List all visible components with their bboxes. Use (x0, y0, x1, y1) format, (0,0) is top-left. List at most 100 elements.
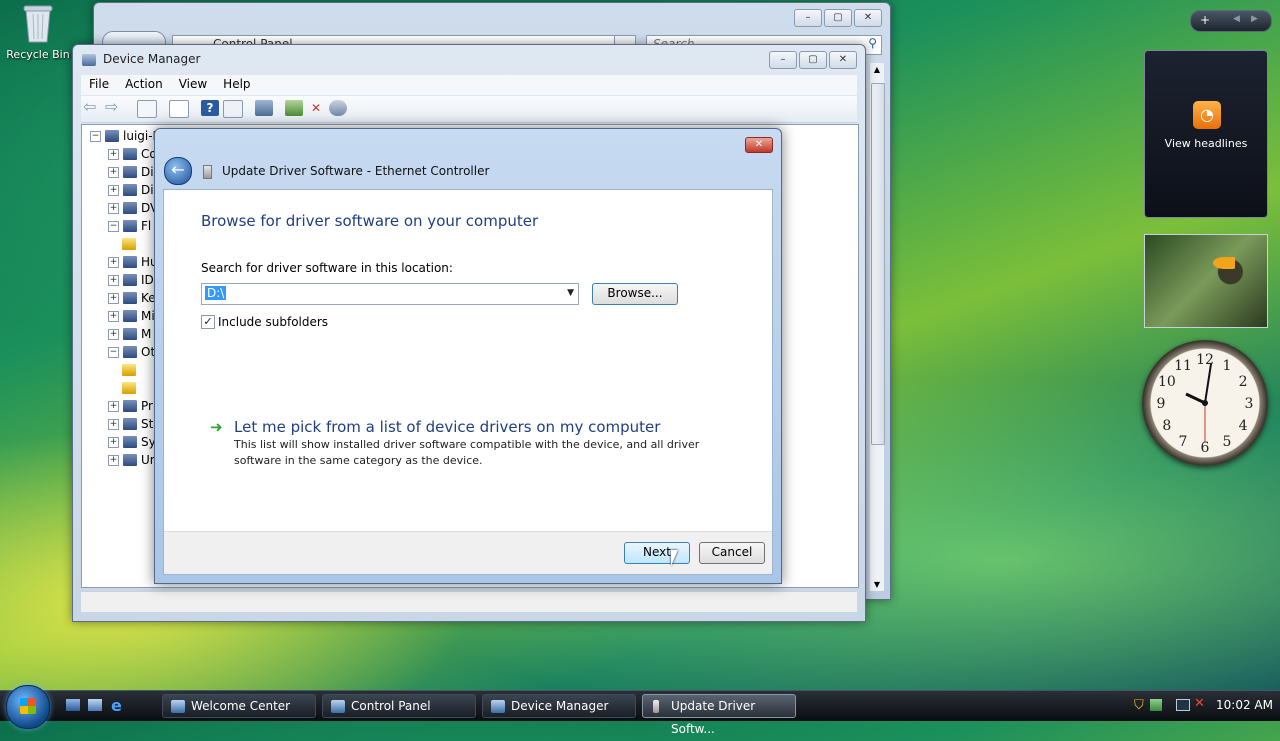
dropdown-arrow-icon[interactable]: ▼ (567, 288, 574, 298)
feed-gadget[interactable]: ◔ View headlines (1144, 50, 1268, 218)
dialog-close-button[interactable]: ✕ (745, 137, 773, 153)
device-category-icon (123, 310, 137, 322)
tree-item[interactable]: + Di (108, 182, 154, 198)
back-arrow-icon[interactable]: ⇦ (83, 99, 101, 116)
dialog-title: Update Driver Software - Ethernet Contro… (222, 164, 490, 178)
expand-icon[interactable]: + (108, 148, 119, 160)
close-button[interactable]: ✕ (829, 51, 857, 69)
tree-item[interactable]: + Ur (108, 452, 155, 468)
device-category-icon (123, 220, 137, 232)
volume-muted-icon[interactable]: ✕ (1194, 696, 1205, 711)
tree-item[interactable] (122, 362, 140, 378)
include-subfolders-label[interactable]: Include subfolders (218, 315, 328, 329)
browse-button[interactable]: Browse... (592, 283, 678, 305)
show-hide-tree-icon[interactable] (137, 100, 157, 118)
show-desktop-icon[interactable] (66, 699, 80, 711)
expand-icon[interactable]: + (108, 418, 119, 430)
network-icon[interactable] (1176, 699, 1190, 711)
tree-item[interactable]: + Sy (108, 434, 156, 450)
slideshow-gadget[interactable] (1144, 234, 1268, 328)
tree-item[interactable]: + Mi (108, 308, 155, 324)
taskbar-update-driver[interactable]: Update Driver Softw... (642, 694, 796, 736)
prev-icon[interactable]: ◀ (1233, 14, 1240, 24)
collapse-icon[interactable]: − (90, 130, 101, 142)
expand-icon[interactable]: + (108, 328, 119, 340)
tree-item[interactable]: + Hu (108, 254, 158, 270)
expand-icon[interactable]: + (108, 166, 119, 178)
scrollbar-thumb[interactable] (871, 83, 885, 445)
tree-item[interactable]: + Co (108, 146, 157, 162)
scan-hardware-icon[interactable] (255, 100, 273, 116)
include-subfolders-checkbox[interactable]: ✓ (201, 315, 215, 329)
expand-icon[interactable]: − (108, 346, 119, 358)
pick-from-list-link[interactable]: Let me pick from a list of device driver… (234, 418, 660, 436)
properties-icon[interactable] (169, 100, 189, 118)
switch-windows-icon[interactable] (88, 699, 102, 711)
view-icon[interactable] (223, 100, 243, 118)
update-driver-icon[interactable] (285, 100, 303, 116)
taskbar-welcome-center[interactable]: Welcome Center (162, 694, 316, 718)
tree-item[interactable]: − Ot (108, 344, 155, 360)
recycle-bin[interactable]: Recycle Bin (4, 2, 72, 61)
expand-icon[interactable]: + (108, 256, 119, 268)
update-driver-dialog[interactable]: ✕ ← Update Driver Software - Ethernet Co… (154, 128, 782, 584)
tree-item[interactable]: + St (108, 416, 153, 432)
expand-icon[interactable]: + (108, 274, 119, 286)
menu-action[interactable]: Action (117, 75, 171, 95)
clock-number: 8 (1162, 418, 1171, 434)
menu-view[interactable]: View (171, 75, 215, 95)
clock-number: 11 (1174, 358, 1192, 374)
forward-arrow-icon[interactable]: ⇨ (105, 99, 123, 116)
computer-icon (105, 130, 119, 142)
view-headlines-label[interactable]: View headlines (1145, 137, 1267, 150)
tree-item[interactable] (122, 380, 140, 396)
expand-icon[interactable]: + (108, 202, 119, 214)
menu-file[interactable]: File (81, 75, 117, 95)
expand-icon[interactable]: + (108, 400, 119, 412)
device-category-icon (123, 202, 137, 214)
tree-item[interactable]: + Pr (108, 398, 153, 414)
search-icon[interactable]: ⚲ (868, 36, 877, 50)
next-icon[interactable]: ▶ (1251, 14, 1258, 24)
next-button[interactable]: Next (624, 542, 690, 564)
tree-item[interactable]: − Fl (108, 218, 151, 234)
cancel-button[interactable]: Cancel (699, 542, 765, 564)
uninstall-icon[interactable]: ✕ (307, 100, 325, 116)
device-category-icon (123, 292, 137, 304)
tree-item-label: Ur (141, 453, 155, 467)
security-shield-icon[interactable]: ⛉ (1134, 698, 1144, 713)
dialog-footer: Next Cancel (164, 531, 772, 574)
menu-help[interactable]: Help (215, 75, 258, 95)
vertical-scrollbar[interactable]: ▲ ▼ (869, 63, 885, 591)
close-button[interactable]: ✕ (854, 9, 882, 27)
security-center-icon[interactable] (1150, 699, 1162, 711)
maximize-button[interactable]: ▢ (799, 51, 827, 69)
back-button[interactable]: ← (164, 157, 192, 185)
tree-root[interactable]: − luigi-P (90, 128, 160, 144)
tree-item[interactable]: + Di (108, 164, 154, 180)
tree-item[interactable]: + Ke (108, 290, 156, 306)
tree-item[interactable]: + ID (108, 272, 154, 288)
add-gadget-icon[interactable]: + (1200, 13, 1210, 27)
help-icon[interactable]: ? (201, 100, 219, 116)
expand-icon[interactable]: + (108, 292, 119, 304)
minimize-button[interactable]: – (769, 51, 797, 69)
tree-item[interactable]: + M (108, 326, 151, 342)
path-combobox[interactable]: D:\ ▼ (201, 283, 579, 305)
internet-explorer-icon[interactable]: e (111, 696, 122, 715)
expand-icon[interactable]: + (108, 454, 119, 466)
taskbar-control-panel[interactable]: Control Panel (322, 694, 476, 718)
taskbar-device-manager[interactable]: Device Manager (482, 694, 636, 718)
tree-item[interactable] (122, 236, 140, 252)
minimize-button[interactable]: – (794, 9, 822, 27)
expand-icon[interactable]: + (108, 184, 119, 196)
disable-icon[interactable] (329, 100, 347, 116)
device-manager-titlebar[interactable]: Device Manager – ▢ ✕ (73, 45, 865, 75)
expand-icon[interactable]: + (108, 436, 119, 448)
expand-icon[interactable]: − (108, 220, 119, 232)
start-button[interactable] (6, 685, 50, 729)
taskbar-clock[interactable]: 10:02 AM (1216, 698, 1273, 712)
expand-icon[interactable]: + (108, 310, 119, 322)
tree-item[interactable]: + DV (108, 200, 158, 216)
maximize-button[interactable]: ▢ (824, 9, 852, 27)
